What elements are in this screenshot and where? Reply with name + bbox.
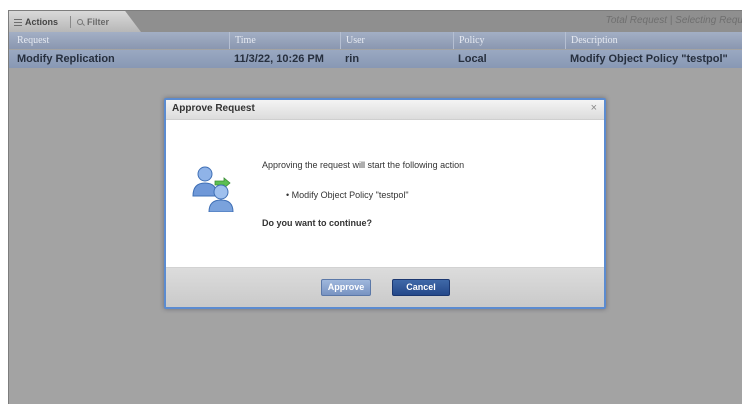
table-header: Request Time User Policy Description bbox=[9, 32, 742, 49]
approve-button[interactable]: Approve bbox=[321, 279, 371, 296]
toolbar-divider bbox=[70, 16, 71, 28]
dialog-action-item: • Modify Object Policy "testpol" bbox=[286, 190, 409, 200]
column-header-description[interactable]: Description bbox=[565, 32, 742, 49]
toolbar: Actions Filter Total Request | Selecting… bbox=[9, 11, 742, 32]
dialog-message: Approving the request will start the fol… bbox=[262, 160, 465, 170]
column-header-time[interactable]: Time bbox=[229, 32, 340, 49]
column-header-request[interactable]: Request bbox=[9, 32, 229, 49]
search-icon bbox=[77, 18, 84, 26]
cell-request: Modify Replication bbox=[17, 53, 115, 65]
close-icon[interactable]: × bbox=[591, 102, 597, 114]
dialog-title: Approve Request bbox=[172, 103, 255, 114]
cell-time: 11/3/22, 10:26 PM bbox=[234, 53, 324, 65]
approve-request-dialog: Approve Request × Approving the request … bbox=[164, 98, 606, 309]
column-header-policy[interactable]: Policy bbox=[453, 32, 565, 49]
cell-description: Modify Object Policy "testpol" bbox=[570, 53, 728, 65]
dialog-body: Approving the request will start the fol… bbox=[166, 120, 604, 267]
users-icon bbox=[192, 166, 234, 212]
filter-button[interactable]: Filter bbox=[77, 16, 109, 28]
cancel-button[interactable]: Cancel bbox=[392, 279, 450, 296]
cell-policy: Local bbox=[458, 53, 487, 65]
table-row[interactable]: Modify Replication 11/3/22, 10:26 PM rin… bbox=[9, 50, 742, 68]
cell-user: rin bbox=[345, 53, 360, 65]
dialog-footer: Approve Cancel bbox=[166, 267, 604, 307]
actions-button[interactable]: Actions bbox=[14, 16, 58, 28]
list-icon bbox=[14, 18, 22, 26]
filter-label: Filter bbox=[87, 17, 110, 27]
actions-label: Actions bbox=[25, 17, 59, 27]
total-request-status: Total Request | Selecting Requ bbox=[605, 15, 742, 26]
toolbar-tabs: Actions Filter bbox=[9, 11, 141, 32]
dialog-title-bar: Approve Request × bbox=[166, 100, 604, 120]
column-header-user[interactable]: User bbox=[340, 32, 453, 49]
dialog-question: Do you want to continue? bbox=[262, 218, 372, 228]
